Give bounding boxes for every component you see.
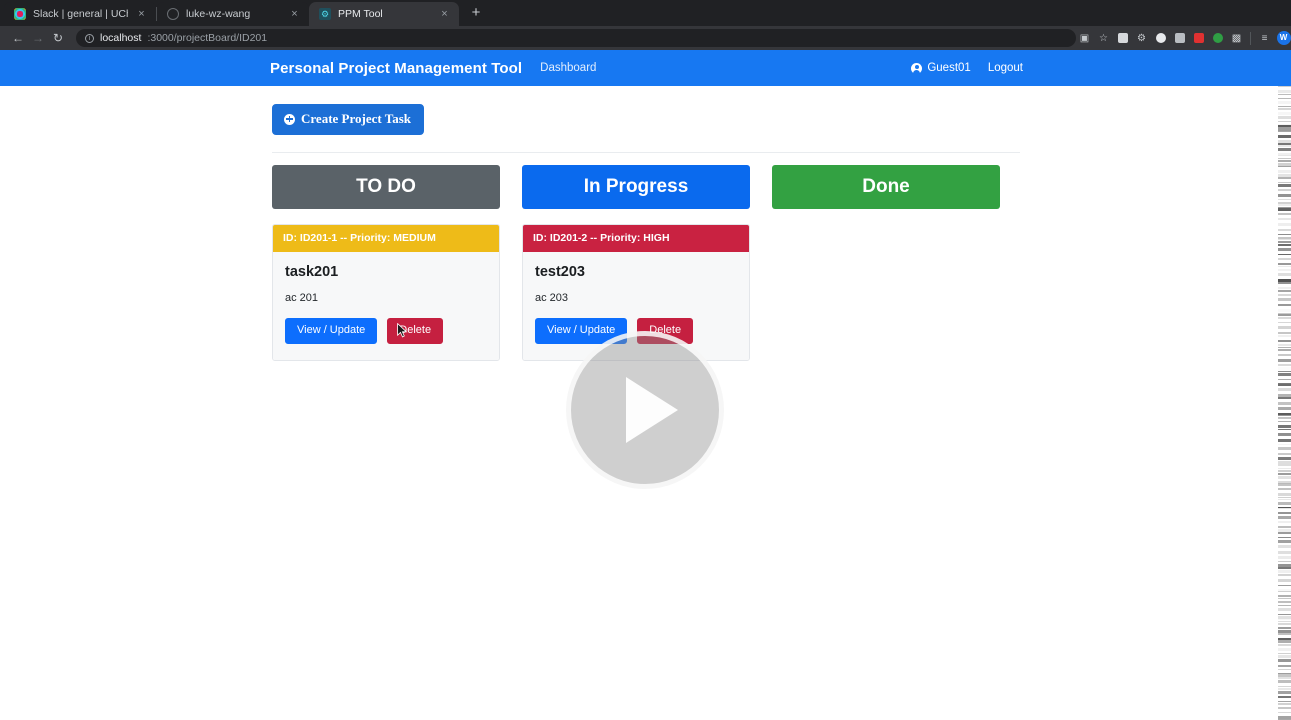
nav-username: Guest01 (911, 62, 970, 74)
task-name: test203 (535, 264, 737, 280)
reading-list-icon[interactable] (1114, 30, 1131, 47)
page-content: Personal Project Management Tool Dashboa… (0, 50, 1291, 720)
browser-tab-ppm-tool[interactable]: ⚙ PPM Tool × (309, 2, 459, 26)
close-icon[interactable]: × (438, 8, 451, 21)
play-triangle (626, 377, 678, 443)
task-description: ac 203 (535, 292, 737, 304)
nav-link-dashboard[interactable]: Dashboard (540, 62, 596, 74)
browser-tabstrip: Slack | general | UChicago CS | × luke-w… (0, 0, 1291, 26)
board-column-done: Done (772, 165, 1000, 361)
translate-icon[interactable]: ▣ (1076, 30, 1093, 47)
browser-chrome: Slack | general | UChicago CS | × luke-w… (0, 0, 1291, 50)
settings-gear-icon[interactable]: ⚙ (1133, 30, 1150, 47)
create-project-task-button[interactable]: Create Project Task (272, 104, 424, 135)
main-content: Create Project Task TO DO ID: ID201-1 --… (0, 86, 1291, 361)
green-shield-icon[interactable] (1209, 30, 1226, 47)
delete-button[interactable]: Delete (387, 318, 443, 344)
column-header-done: Done (772, 165, 1000, 209)
page-title: Personal Project Management Tool (270, 60, 522, 77)
slack-icon (14, 8, 26, 20)
reload-icon[interactable]: ↻ (48, 28, 68, 48)
username-label: Guest01 (927, 62, 970, 74)
address-bar[interactable]: i localhost :3000/projectBoard/ID201 (76, 29, 1076, 47)
navbar-right: Guest01 Logout (911, 62, 1291, 74)
close-icon[interactable]: × (288, 8, 301, 21)
task-body: task201 ac 201 View / Update Delete (273, 252, 499, 360)
tab-title: Slack | general | UChicago CS | (33, 8, 128, 20)
create-task-label: Create Project Task (301, 111, 411, 127)
url-path: :3000/projectBoard/ID201 (147, 32, 267, 44)
task-name: task201 (285, 264, 487, 280)
browser-tab-luke-wz-wang[interactable]: luke-wz-wang × (157, 2, 309, 26)
board-column-todo: TO DO ID: ID201-1 -- Priority: MEDIUM ta… (272, 165, 500, 361)
view-update-button[interactable]: View / Update (285, 318, 377, 344)
user-circle-icon (911, 63, 922, 74)
plus-circle-icon (284, 114, 295, 125)
task-description: ac 201 (285, 292, 487, 304)
mouse-cursor (397, 323, 408, 338)
blank-page-icon (167, 8, 179, 20)
task-meta: ID: ID201-2 -- Priority: HIGH (523, 225, 749, 252)
play-icon[interactable] (566, 331, 724, 489)
ppm-tool-icon: ⚙ (319, 8, 331, 20)
playlist-icon[interactable]: ≡ (1256, 30, 1273, 47)
red-app-icon[interactable] (1190, 30, 1207, 47)
task-card[interactable]: ID: ID201-1 -- Priority: MEDIUM task201 … (272, 224, 500, 361)
toolbar-icon-group: ▣ ☆ ⚙ ▩ ≡ W ⋮ (1076, 30, 1291, 47)
new-tab-button[interactable]: + (465, 2, 487, 24)
navbar-edge-fill (1278, 50, 1291, 86)
logout-button[interactable]: Logout (988, 62, 1023, 74)
forward-icon[interactable]: → (28, 28, 48, 48)
browser-tab-slack[interactable]: Slack | general | UChicago CS | × (4, 2, 156, 26)
analytics-chart-icon[interactable]: ▩ (1228, 30, 1245, 47)
browser-toolbar: ← → ↻ i localhost :3000/projectBoard/ID2… (0, 26, 1291, 50)
profile-circle-icon[interactable] (1152, 30, 1169, 47)
bookmark-star-icon[interactable]: ☆ (1095, 30, 1112, 47)
site-info-icon[interactable]: i (85, 34, 94, 43)
toolbar-divider (1250, 32, 1251, 45)
task-meta: ID: ID201-1 -- Priority: MEDIUM (273, 225, 499, 252)
task-actions: View / Update Delete (285, 318, 487, 344)
column-header-todo: TO DO (272, 165, 500, 209)
tab-title: luke-wz-wang (186, 8, 281, 20)
app-navbar: Personal Project Management Tool Dashboa… (0, 50, 1291, 86)
back-icon[interactable]: ← (8, 28, 28, 48)
url-host: localhost (100, 32, 141, 44)
column-header-in-progress: In Progress (522, 165, 750, 209)
content-divider (272, 152, 1020, 153)
project-board: TO DO ID: ID201-1 -- Priority: MEDIUM ta… (272, 165, 1291, 361)
close-icon[interactable]: × (135, 8, 148, 21)
extension-puzzle-icon[interactable] (1171, 30, 1188, 47)
tab-title: PPM Tool (338, 8, 431, 20)
avatar[interactable]: W (1275, 30, 1291, 47)
